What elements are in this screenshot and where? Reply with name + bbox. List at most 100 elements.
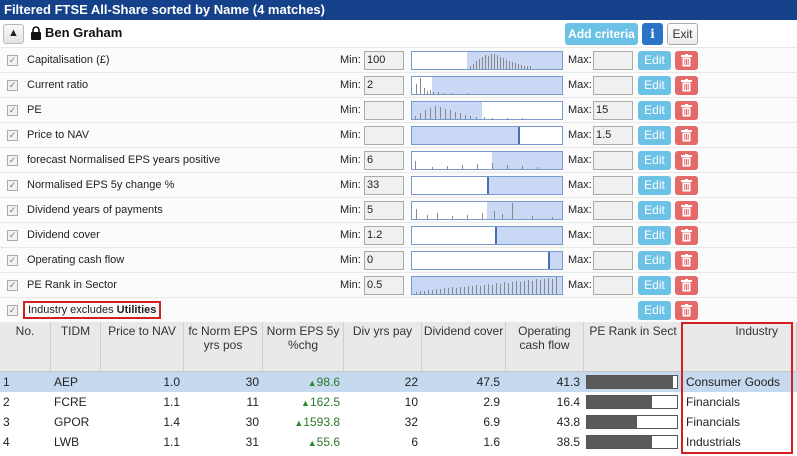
column-header[interactable]: fc Norm EPS yrs pos [184,322,263,372]
edit-button[interactable]: Edit [638,176,671,195]
max-input[interactable] [593,276,633,295]
pe-rank-bar [586,415,678,429]
column-header[interactable]: PE Rank in Sect [584,322,683,372]
min-input[interactable] [364,101,404,120]
table-row[interactable]: 4 LWB 1.1 31 ▲55.6 6 1.6 38.5 Industrial… [0,432,797,452]
criterion-checkbox[interactable]: ✓ [7,255,18,266]
criterion-checkbox[interactable]: ✓ [7,55,18,66]
criterion-checkbox[interactable]: ✓ [7,230,18,241]
column-header[interactable]: Div yrs pay [344,322,422,372]
dividend-cover-cell: 2.9 [483,395,500,409]
min-input[interactable]: 0.5 [364,276,404,295]
max-input[interactable] [593,51,633,70]
fc-norm-eps-cell: 30 [245,375,259,389]
delete-button[interactable] [675,176,698,195]
distribution-histogram[interactable] [411,151,563,170]
collapse-button[interactable]: ▲ [3,24,24,44]
criterion-checkbox[interactable]: ✓ [7,105,18,116]
distribution-histogram[interactable] [411,51,563,70]
delete-button[interactable] [675,276,698,295]
distribution-histogram[interactable] [411,126,563,145]
trash-icon [681,229,692,242]
min-input[interactable]: 2 [364,76,404,95]
column-header[interactable]: Norm EPS 5y %chg [263,322,344,372]
max-input[interactable]: 15 [593,101,633,120]
column-header[interactable]: Industry [683,322,797,372]
add-criteria-button[interactable]: Add criteria [565,23,638,45]
edit-button[interactable]: Edit [638,201,671,220]
edit-button[interactable]: Edit [638,151,671,170]
criterion-row: ✓ Current ratio Min: 2 Max: Edit [0,72,797,97]
delete-button[interactable] [675,101,698,120]
distribution-histogram[interactable] [411,176,563,195]
max-input[interactable]: 1.5 [593,126,633,145]
distribution-histogram[interactable] [411,101,563,120]
delete-button[interactable] [675,251,698,270]
column-header[interactable]: TIDM [51,322,101,372]
tidm-cell[interactable]: LWB [54,432,99,452]
min-input[interactable]: 100 [364,51,404,70]
delete-button[interactable] [675,126,698,145]
dividend-cover-cell: 1.6 [483,435,500,449]
column-header[interactable]: No. [0,322,51,372]
delete-button[interactable] [675,151,698,170]
distribution-histogram[interactable] [411,251,563,270]
min-input[interactable]: 0 [364,251,404,270]
edit-button[interactable]: Edit [638,51,671,70]
min-input[interactable] [364,126,404,145]
edit-button[interactable]: Edit [638,276,671,295]
criterion-checkbox[interactable]: ✓ [7,80,18,91]
min-label: Min: [340,54,361,66]
criterion-checkbox[interactable]: ✓ [7,205,18,216]
min-input[interactable]: 33 [364,176,404,195]
criterion-row: ✓ PE Min: Max: 15 Edit [0,97,797,122]
criterion-checkbox[interactable]: ✓ [7,180,18,191]
distribution-histogram[interactable] [411,76,563,95]
tidm-cell[interactable]: GPOR [54,412,99,432]
info-button[interactable]: i [642,23,663,45]
results-table: No. TIDM Price to NAV fc Norm EPS yrs pos No… [0,322,797,452]
max-input[interactable] [593,176,633,195]
distribution-histogram[interactable] [411,201,563,220]
edit-button[interactable]: Edit [638,251,671,270]
edit-button[interactable]: Edit [638,76,671,95]
edit-button[interactable]: Edit [638,126,671,145]
norm-eps-chg-value: 98.6 [316,375,340,389]
max-input[interactable] [593,151,633,170]
min-input[interactable]: 1.2 [364,226,404,245]
distribution-histogram[interactable] [411,276,563,295]
edit-button[interactable]: Edit [638,226,671,245]
criterion-checkbox[interactable]: ✓ [7,305,18,316]
exit-button[interactable]: Exit [667,23,698,45]
max-input[interactable] [593,251,633,270]
max-input[interactable] [593,226,633,245]
tidm-cell[interactable]: FCRE [54,392,99,412]
table-row[interactable]: 3 GPOR 1.4 30 ▲1593.8 32 6.9 43.8 Financ… [0,412,797,432]
criterion-checkbox[interactable]: ✓ [7,155,18,166]
table-row[interactable]: 2 FCRE 1.1 11 ▲162.5 10 2.9 16.4 Financi… [0,392,797,412]
column-header[interactable]: Operating cash flow [506,322,584,372]
column-header[interactable]: Dividend cover [422,322,506,372]
distribution-histogram[interactable] [411,226,563,245]
min-input[interactable]: 6 [364,151,404,170]
delete-button[interactable] [675,76,698,95]
delete-button[interactable] [675,51,698,70]
delete-button[interactable] [675,301,698,320]
delete-button[interactable] [675,226,698,245]
max-input[interactable] [593,201,633,220]
max-input[interactable] [593,76,633,95]
criterion-row: ✓ Normalised EPS 5y change % Min: 33 Max… [0,172,797,197]
price-to-nav-cell: 1.4 [163,415,180,429]
min-input[interactable]: 5 [364,201,404,220]
tidm-cell[interactable]: AEP [54,372,99,392]
edit-button[interactable]: Edit [638,301,671,320]
max-label: Max: [568,79,592,91]
table-row[interactable]: 1 AEP 1.0 30 ▲98.6 22 47.5 41.3 Consumer… [0,372,797,392]
up-arrow-icon: ▲ [307,438,317,448]
criterion-checkbox[interactable]: ✓ [7,130,18,141]
industry-cell: Financials [686,395,741,409]
delete-button[interactable] [675,201,698,220]
edit-button[interactable]: Edit [638,101,671,120]
criterion-checkbox[interactable]: ✓ [7,280,18,291]
column-header[interactable]: Price to NAV [101,322,184,372]
